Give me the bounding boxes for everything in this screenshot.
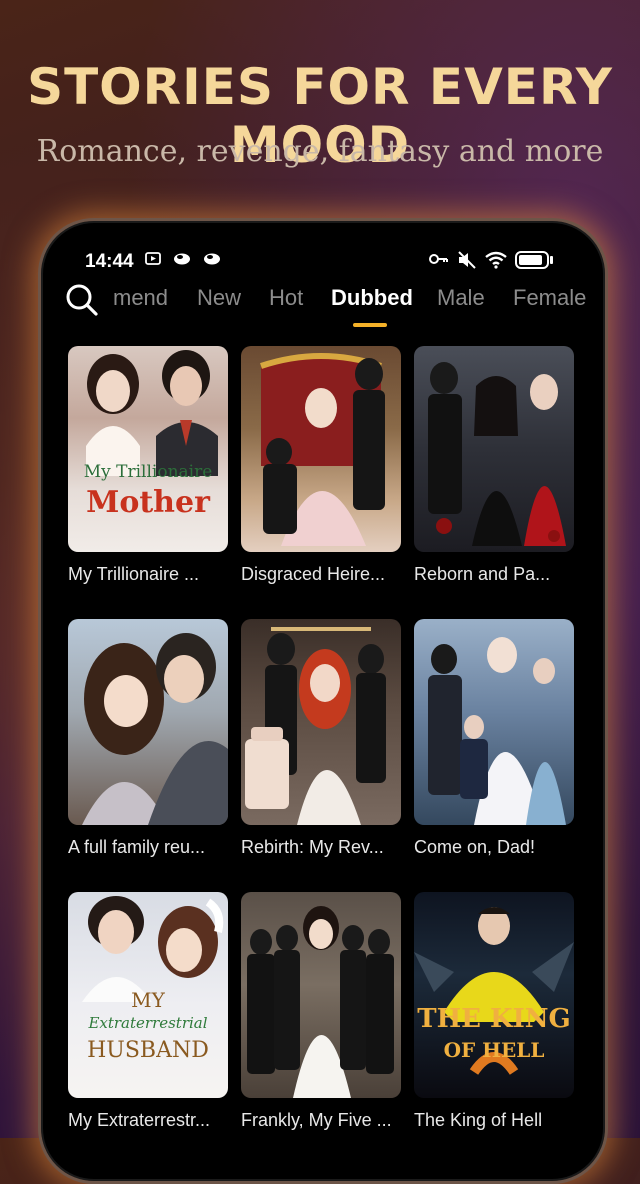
drama-title[interactable]: Disgraced Heire... — [241, 564, 416, 585]
poster-title: MY — [131, 988, 165, 1012]
status-time: 14:44 — [85, 251, 134, 272]
drama-title[interactable]: Rebirth: My Rev... — [241, 837, 416, 858]
app-notification-icon — [203, 251, 221, 269]
tab-dubbed[interactable]: Dubbed — [331, 285, 413, 311]
tab-male[interactable]: Male — [437, 285, 485, 311]
drama-poster[interactable] — [241, 346, 401, 552]
drama-title[interactable]: The King of Hell — [414, 1110, 589, 1131]
search-icon[interactable] — [65, 283, 99, 317]
poster-title: OF HELL — [443, 1038, 545, 1062]
category-tabs: mend New Hot Dubbed Male Female — [41, 279, 605, 329]
drama-title[interactable]: My Extraterrestr... — [68, 1110, 243, 1131]
drama-poster[interactable]: My Trillionaire Mother — [68, 346, 228, 552]
app-notification-icon — [173, 251, 191, 269]
drama-poster[interactable] — [68, 619, 228, 825]
active-tab-indicator — [353, 323, 387, 327]
media-notification-icon — [145, 251, 161, 271]
drama-poster[interactable]: MY Extraterrestrial HUSBAND — [68, 892, 228, 1098]
tab-hot[interactable]: Hot — [269, 285, 303, 311]
drama-title[interactable]: My Trillionaire ... — [68, 564, 243, 585]
mute-icon — [457, 251, 477, 273]
battery-icon — [515, 251, 549, 269]
key-icon — [429, 251, 449, 271]
poster-title: Extraterrestrial — [88, 1014, 208, 1032]
drama-title[interactable]: Frankly, My Five ... — [241, 1110, 416, 1131]
drama-poster[interactable]: THE KING OF HELL — [414, 892, 574, 1098]
phone-frame: 14:44 mend New Hot Dubbed Male Female My… — [38, 218, 608, 1184]
drama-title[interactable]: Reborn and Pa... — [414, 564, 589, 585]
drama-poster[interactable] — [414, 346, 574, 552]
battery-tip — [550, 256, 553, 264]
promo-subline: Romance, revenge, fantasy and more — [36, 134, 604, 169]
tab-female[interactable]: Female — [513, 285, 586, 311]
drama-title[interactable]: A full family reu... — [68, 837, 243, 858]
poster-title: My Trillionaire — [83, 462, 213, 482]
poster-title: HUSBAND — [87, 1038, 209, 1063]
drama-poster[interactable] — [414, 619, 574, 825]
wifi-icon — [485, 251, 507, 273]
tab-new[interactable]: New — [197, 285, 241, 311]
drama-poster[interactable] — [241, 619, 401, 825]
poster-title: THE KING — [417, 1004, 571, 1034]
tab-recommend[interactable]: mend — [113, 285, 168, 311]
drama-title[interactable]: Come on, Dad! — [414, 837, 589, 858]
poster-title: Mother — [86, 485, 210, 520]
status-bar: 14:44 — [41, 221, 605, 273]
drama-poster[interactable] — [241, 892, 401, 1098]
